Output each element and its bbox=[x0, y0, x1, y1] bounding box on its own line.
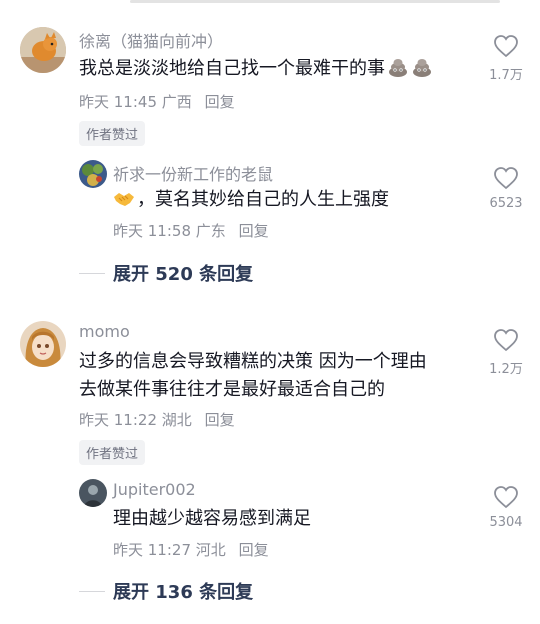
comment-meta: 昨天 11:45 广西 回复 bbox=[79, 91, 235, 112]
reply-meta: 昨天 11:27 河北 回复 bbox=[113, 539, 269, 560]
handshake-emoji-icon bbox=[113, 187, 135, 209]
like-button[interactable]: 6523 bbox=[483, 166, 529, 211]
top-divider bbox=[130, 0, 500, 3]
like-button[interactable]: 5304 bbox=[483, 485, 529, 530]
divider-line bbox=[79, 272, 105, 274]
expand-replies-label: 展开 136 条回复 bbox=[113, 582, 254, 603]
heart-icon bbox=[494, 167, 518, 190]
avatar[interactable] bbox=[79, 479, 107, 507]
reply-time: 昨天 11:27 bbox=[113, 541, 191, 559]
comment-location: 广西 bbox=[161, 93, 192, 111]
like-count: 5304 bbox=[489, 515, 523, 530]
comment-time: 昨天 11:22 bbox=[79, 411, 157, 429]
expand-replies-button[interactable]: 展开 136 条回复 bbox=[79, 578, 253, 604]
reply-button[interactable]: 回复 bbox=[205, 411, 235, 429]
heart-icon bbox=[494, 329, 518, 352]
poop-emoji-icon bbox=[411, 56, 433, 78]
expand-replies-button[interactable]: 展开 520 条回复 bbox=[79, 260, 253, 286]
reply-time: 昨天 11:58 bbox=[113, 222, 191, 240]
poop-emoji-icon bbox=[387, 56, 409, 78]
reply-text-body: ，莫名其妙给自己的人生上强度 bbox=[137, 189, 389, 210]
like-count: 1.2万 bbox=[489, 362, 523, 377]
heart-icon bbox=[494, 35, 518, 58]
comment-text: 我总是淡淡地给自己找一个最难干的事 bbox=[79, 55, 433, 83]
comment-username[interactable]: 徐离（猫猫向前冲） bbox=[79, 28, 223, 52]
reply-location: 河北 bbox=[195, 541, 226, 559]
reply-text: ，莫名其妙给自己的人生上强度 bbox=[113, 186, 389, 214]
like-count: 6523 bbox=[489, 196, 523, 211]
heart-icon bbox=[494, 486, 518, 509]
author-liked-badge: 作者赞过 bbox=[79, 440, 146, 465]
reply-username[interactable]: Jupiter002 bbox=[113, 480, 196, 499]
reply-button[interactable]: 回复 bbox=[205, 93, 235, 111]
comment-location: 湖北 bbox=[161, 411, 192, 429]
comment-text-body: 我总是淡淡地给自己找一个最难干的事 bbox=[79, 58, 385, 79]
like-count: 1.7万 bbox=[489, 68, 523, 83]
avatar[interactable] bbox=[79, 160, 107, 188]
avatar[interactable] bbox=[20, 27, 66, 73]
avatar[interactable] bbox=[20, 321, 66, 367]
comment-username[interactable]: momo bbox=[79, 322, 130, 341]
expand-replies-label: 展开 520 条回复 bbox=[113, 264, 254, 285]
comment-time: 昨天 11:45 bbox=[79, 93, 157, 111]
comment-text-line: 过多的信息会导致糟糕的决策 因为一个理由 bbox=[79, 351, 427, 372]
reply-button[interactable]: 回复 bbox=[239, 222, 269, 240]
author-liked-badge: 作者赞过 bbox=[79, 121, 146, 146]
like-button[interactable]: 1.2万 bbox=[483, 328, 529, 377]
divider-line bbox=[79, 590, 105, 592]
reply-location: 广东 bbox=[195, 222, 226, 240]
comment-text-line: 去做某件事往往才是最好最适合自己的 bbox=[79, 379, 385, 400]
reply-text: 理由越少越容易感到满足 bbox=[113, 508, 311, 529]
reply-meta: 昨天 11:58 广东 回复 bbox=[113, 220, 269, 241]
reply-button[interactable]: 回复 bbox=[239, 541, 269, 559]
like-button[interactable]: 1.7万 bbox=[483, 34, 529, 83]
reply-username[interactable]: 祈求一份新工作的老鼠 bbox=[113, 161, 273, 185]
comment-meta: 昨天 11:22 湖北 回复 bbox=[79, 409, 235, 430]
